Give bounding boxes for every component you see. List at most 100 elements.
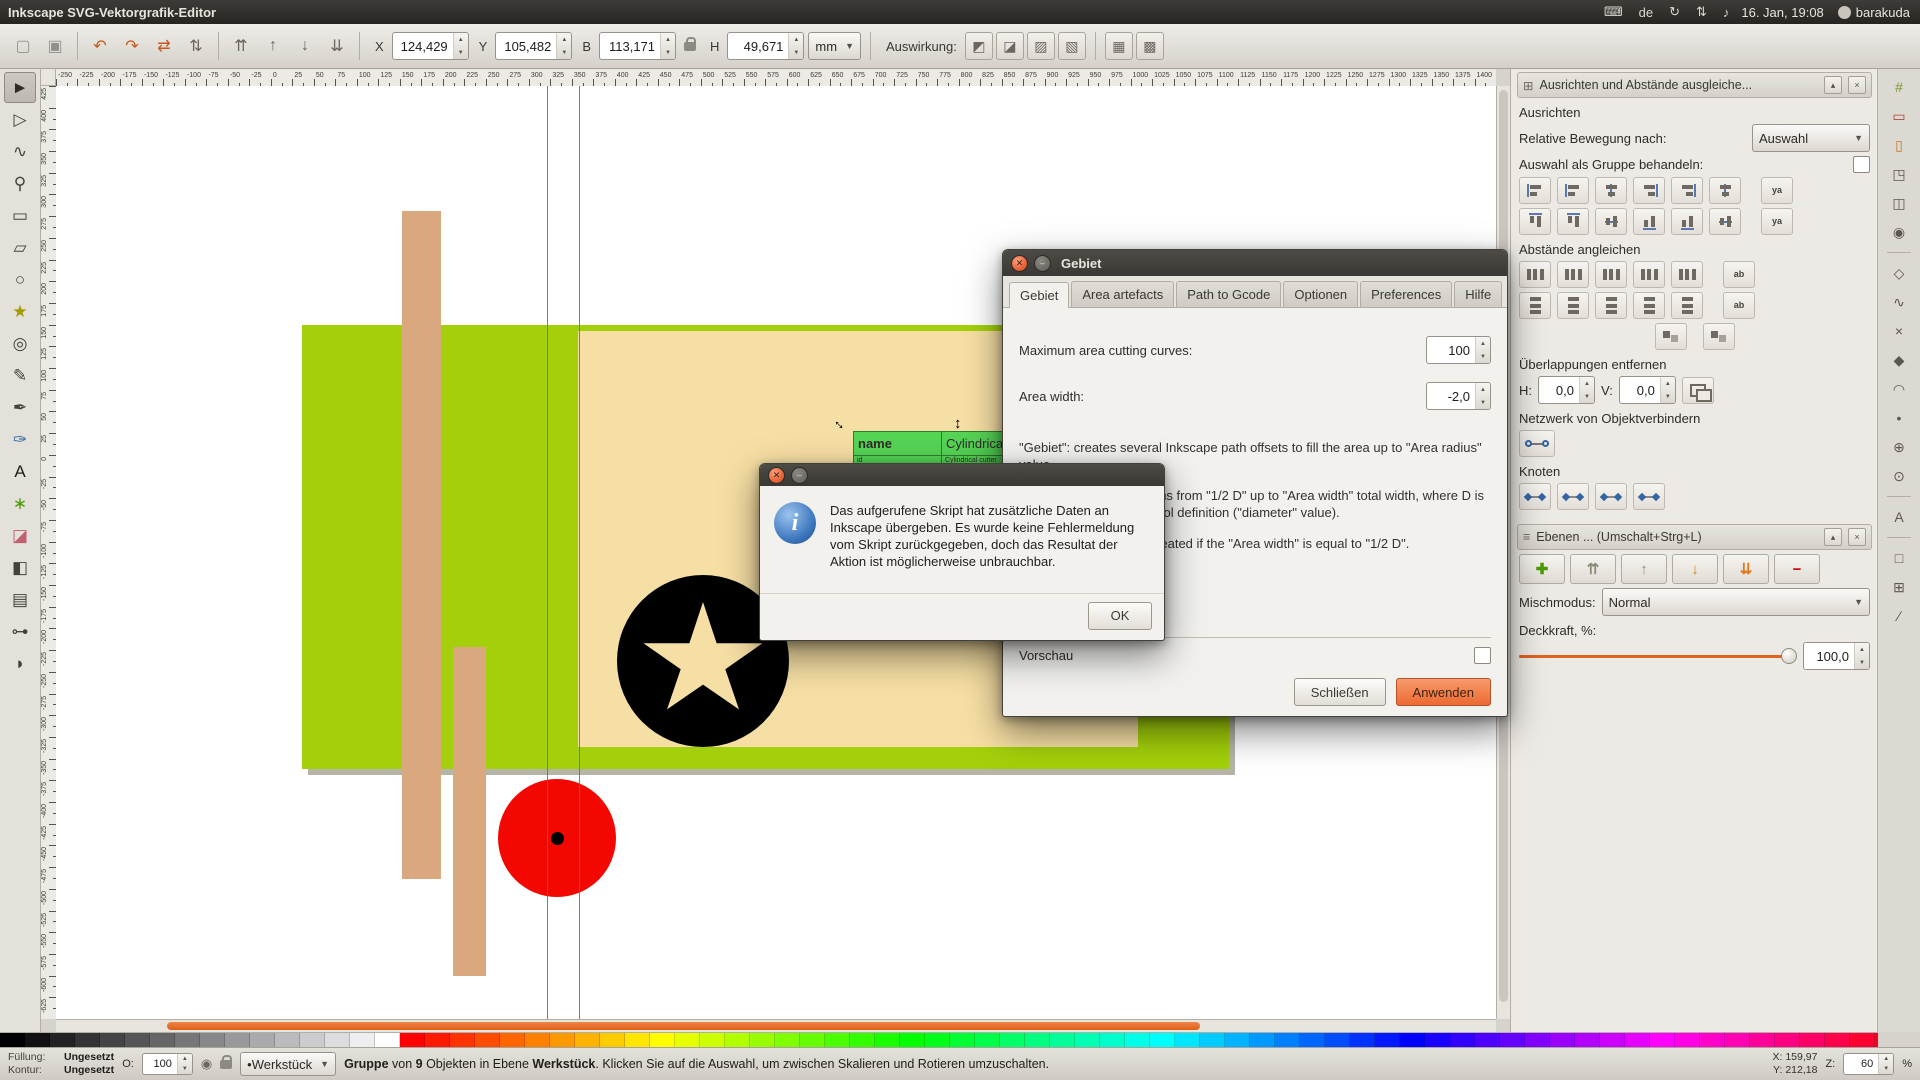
align-left-outside-button[interactable] xyxy=(1519,177,1551,204)
max-curves-field[interactable]: 100▲▼ xyxy=(1426,336,1491,364)
bounding-box-visual-toggle[interactable]: ▩ xyxy=(1136,32,1164,60)
panel-close-icon[interactable]: × xyxy=(1848,528,1866,546)
transform-stroke-toggle[interactable]: ◩ xyxy=(965,32,993,60)
red-circle-object[interactable] xyxy=(498,779,616,897)
distribute-text-h-button[interactable]: ab xyxy=(1723,261,1755,288)
align-text-h-button[interactable]: ya xyxy=(1761,177,1793,204)
spray-tool[interactable]: ∗ xyxy=(4,488,36,519)
schliessen-button[interactable]: Schließen xyxy=(1294,678,1386,706)
distribute-top-edges-button[interactable] xyxy=(1519,292,1551,319)
align-text-v-button[interactable]: ya xyxy=(1761,208,1793,235)
snap-guide-toggle[interactable]: ∕ xyxy=(1885,603,1913,629)
scale-handle-top[interactable]: ↕ xyxy=(954,416,962,431)
raise-layer-top-button[interactable]: ⇈ xyxy=(1570,554,1616,584)
layers-panel-header[interactable]: ≡ Ebenen ... (Umschalt+Strg+L) ▴ × xyxy=(1517,524,1872,550)
star-tool[interactable]: ★ xyxy=(4,296,36,327)
snap-bbox-midpoint-toggle[interactable]: ◫ xyxy=(1885,190,1913,216)
align-top-button[interactable] xyxy=(1557,208,1589,235)
ellipse-tool[interactable]: ○ xyxy=(4,264,36,295)
snap-intersection-toggle[interactable]: × xyxy=(1885,318,1913,344)
gradient-tool[interactable]: ▤ xyxy=(4,584,36,615)
x-steppers[interactable]: ▲▼ xyxy=(453,33,468,59)
close-icon[interactable]: ✕ xyxy=(768,467,785,484)
tab-preferences[interactable]: Preferences xyxy=(1360,281,1452,307)
align-anchor-h-button[interactable] xyxy=(1709,177,1741,204)
tan-bar-object-2[interactable] xyxy=(453,647,486,976)
bounding-box-geometric-toggle[interactable]: ▦ xyxy=(1105,32,1133,60)
distribute-bottom-edges-button[interactable] xyxy=(1595,292,1627,319)
snap-grid-toggle[interactable]: ⊞ xyxy=(1885,574,1913,600)
connector-tool[interactable]: ⊶ xyxy=(4,616,36,647)
align-panel-header[interactable]: ⊞ Ausrichten und Abstände ausgleiche... … xyxy=(1517,72,1872,98)
tan-bar-object-1[interactable] xyxy=(402,211,441,879)
new-layer-button[interactable]: ✚ xyxy=(1519,554,1565,584)
pen-tool[interactable]: ✒ xyxy=(4,392,36,423)
treat-as-group-checkbox[interactable] xyxy=(1853,156,1870,173)
panel-close-icon[interactable]: × xyxy=(1848,76,1866,94)
distribute-equal-h-button[interactable] xyxy=(1671,261,1703,288)
clock[interactable]: 16. Jan, 19:08 xyxy=(1741,5,1823,20)
snap-enable-toggle[interactable]: # xyxy=(1885,74,1913,100)
fill-stroke-indicator[interactable]: Füllung:Ungesetzt Kontur:Ungesetzt xyxy=(8,1051,114,1077)
opacity-slider[interactable] xyxy=(1519,647,1797,665)
slider-knob[interactable] xyxy=(1781,648,1797,664)
raise-layer-button[interactable]: ↑ xyxy=(1621,554,1667,584)
align-bottom-button[interactable] xyxy=(1633,208,1665,235)
area-width-field[interactable]: -2,0▲▼ xyxy=(1426,382,1491,410)
height-steppers[interactable]: ▲▼ xyxy=(788,33,803,59)
lower-button[interactable]: ↓ xyxy=(290,31,320,61)
deselect-button[interactable]: ▣ xyxy=(40,31,70,61)
star-object[interactable] xyxy=(641,602,765,720)
spiral-tool[interactable]: ◎ xyxy=(4,328,36,359)
horizontal-ruler[interactable]: -250-225-200-175-150-125-100-75-50-25025… xyxy=(56,68,1496,87)
tweak-tool[interactable]: ∿ xyxy=(4,136,36,167)
lower-to-bottom-button[interactable]: ⇊ xyxy=(322,31,352,61)
flip-vertical-button[interactable]: ⇅ xyxy=(181,31,211,61)
distribute-nodes-h-button[interactable] xyxy=(1595,483,1627,510)
snap-midpoint-toggle[interactable]: • xyxy=(1885,405,1913,431)
sync-indicator-icon[interactable]: ↻ xyxy=(1669,4,1680,20)
blend-mode-select[interactable]: Normal▼ xyxy=(1602,588,1870,616)
exchange-positions-button[interactable] xyxy=(1655,323,1687,350)
align-nodes-h-button[interactable] xyxy=(1519,483,1551,510)
close-icon[interactable]: ✕ xyxy=(1011,255,1028,272)
align-center-v-button[interactable] xyxy=(1595,208,1627,235)
anwenden-button[interactable]: Anwenden xyxy=(1396,678,1491,706)
route-connectors-button[interactable] xyxy=(1519,430,1555,457)
minimize-icon[interactable]: – xyxy=(791,467,808,484)
horizontal-scrollbar[interactable] xyxy=(56,1019,1496,1033)
unit-select[interactable]: mm▼ xyxy=(808,32,861,60)
snap-bbox-toggle[interactable]: ▭ xyxy=(1885,103,1913,129)
tab-area-artefacts[interactable]: Area artefacts xyxy=(1071,281,1174,307)
transform-corners-toggle[interactable]: ◪ xyxy=(996,32,1024,60)
tab-hilfe[interactable]: Hilfe xyxy=(1454,281,1502,307)
distribute-gaps-v-button[interactable] xyxy=(1633,292,1665,319)
network-indicator-icon[interactable]: ⇅ xyxy=(1696,4,1707,20)
panel-collapse-icon[interactable]: ▴ xyxy=(1824,528,1842,546)
object-opacity-field[interactable]: 100▲▼ xyxy=(142,1053,193,1075)
transform-pattern-toggle[interactable]: ▧ xyxy=(1058,32,1086,60)
tab-gebiet[interactable]: Gebiet xyxy=(1009,282,1069,308)
align-anchor-v-button[interactable] xyxy=(1709,208,1741,235)
tab-path-to-gcode[interactable]: Path to Gcode xyxy=(1176,281,1281,307)
align-nodes-v-button[interactable] xyxy=(1557,483,1589,510)
raise-to-top-button[interactable]: ⇈ xyxy=(226,31,256,61)
overlap-h-field[interactable]: 0,0▲▼ xyxy=(1538,376,1595,404)
snap-bbox-corner-toggle[interactable]: ◳ xyxy=(1885,161,1913,187)
height-field[interactable]: 49,671▲▼ xyxy=(727,32,804,60)
vertical-ruler[interactable]: -650-625-600-575-550-525-500-475-450-425… xyxy=(40,86,57,1019)
flip-horizontal-button[interactable]: ⇄ xyxy=(149,31,179,61)
opacity-steppers[interactable]: ▲▼ xyxy=(1854,643,1869,669)
zoom-tool[interactable]: ⚲ xyxy=(4,168,36,199)
zoom-steppers[interactable]: ▲▼ xyxy=(1878,1054,1893,1074)
vertical-guide-2[interactable] xyxy=(579,86,580,1019)
relative-to-select[interactable]: Auswahl▼ xyxy=(1752,124,1870,152)
align-right-outside-button[interactable] xyxy=(1671,177,1703,204)
keyboard-indicator-icon[interactable]: ⌨ xyxy=(1604,4,1623,20)
distribute-right-edges-button[interactable] xyxy=(1595,261,1627,288)
layer-lock-icon[interactable] xyxy=(220,1060,232,1069)
lower-layer-button[interactable]: ↓ xyxy=(1672,554,1718,584)
select-tool[interactable]: ► xyxy=(4,72,36,103)
gebiet-dialog-titlebar[interactable]: ✕ – Gebiet xyxy=(1003,250,1507,276)
snap-page-border-toggle[interactable]: □ xyxy=(1885,545,1913,571)
